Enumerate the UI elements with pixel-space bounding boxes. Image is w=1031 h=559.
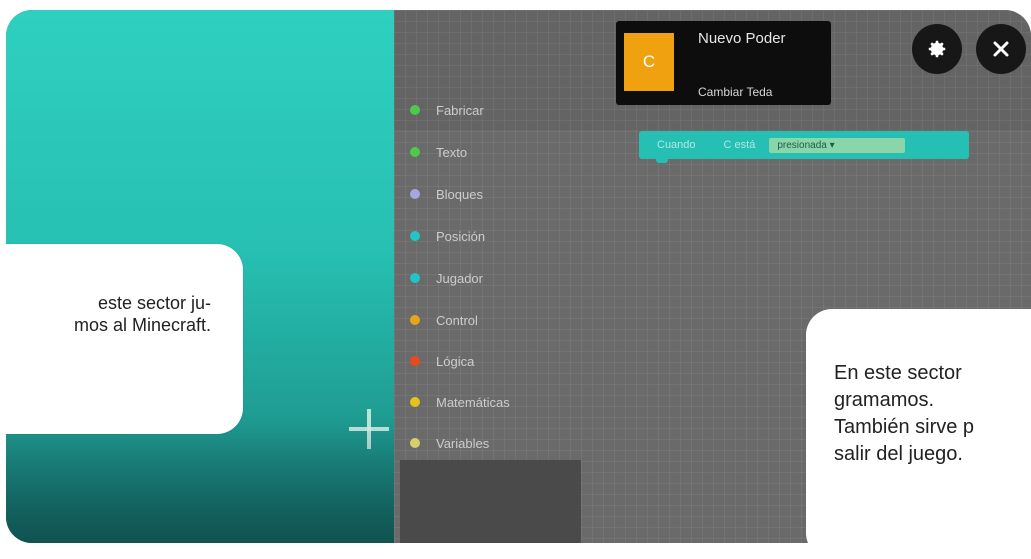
category-label: Jugador	[436, 270, 483, 286]
settings-button[interactable]	[912, 24, 962, 74]
category-dot-icon	[410, 231, 420, 241]
category-dot-icon	[410, 273, 420, 283]
category-label: Control	[436, 312, 478, 328]
block-notch	[656, 159, 668, 163]
category-jugador[interactable]: Jugador	[410, 267, 483, 289]
category-bloques[interactable]: Bloques	[410, 183, 483, 205]
crosshair-icon	[349, 427, 389, 431]
category-label: Texto	[436, 144, 468, 160]
category-control[interactable]: Control	[410, 309, 478, 331]
block-text-cuando: Cuando	[657, 139, 696, 151]
callout-game-line2: mos al Minecraft.	[73, 315, 211, 335]
crosshair-icon-vertical	[367, 409, 371, 449]
power-icon: C	[624, 33, 674, 91]
category-matematicas[interactable]: Matemáticas	[410, 391, 510, 413]
category-label: Lógica	[436, 353, 475, 369]
category-label: Variables	[436, 435, 490, 451]
category-dot-icon	[410, 356, 420, 366]
block-text-key: C está	[723, 139, 756, 151]
callout-game-line1: este sector ju-	[97, 293, 211, 313]
category-label: Bloques	[436, 186, 483, 202]
category-dot-icon	[410, 315, 420, 325]
callout-code-text: En este sector gramamos. También sirve p…	[834, 362, 975, 465]
power-subtitle: Cambiar Teda	[698, 85, 773, 99]
category-dot-icon	[410, 438, 420, 448]
category-label: Matemáticas	[436, 394, 510, 410]
close-button[interactable]	[976, 24, 1026, 74]
callout-game: este sector ju- mos al Minecraft.	[0, 244, 243, 434]
block-dropdown[interactable]: presionada ▾	[769, 137, 906, 153]
power-card[interactable]: C Nuevo Poder Cambiar Teda	[616, 21, 831, 105]
event-block[interactable]: Cuando C está presionada ▾	[639, 131, 969, 159]
category-label: Posición	[436, 228, 486, 244]
category-dot-icon	[410, 189, 420, 199]
callout-code: En este sector gramamos. También sirve p…	[806, 309, 1031, 559]
category-logica[interactable]: Lógica	[410, 350, 474, 372]
category-variables[interactable]: Variables	[410, 432, 489, 454]
category-dot-icon	[410, 397, 420, 407]
callout-game-text: este sector ju- mos al Minecraft.	[0, 292, 211, 336]
gear-icon	[928, 40, 946, 58]
category-label: Fabricar	[436, 102, 484, 118]
toolbox-bottom-panel	[400, 460, 581, 543]
category-posicion[interactable]: Posición	[410, 225, 485, 247]
power-title: Nuevo Poder	[698, 30, 786, 47]
category-texto[interactable]: Texto	[410, 141, 467, 163]
category-dot-icon	[410, 105, 420, 115]
close-icon	[993, 41, 1009, 57]
category-fabricar[interactable]: Fabricar	[410, 99, 484, 121]
category-dot-icon	[410, 147, 420, 157]
